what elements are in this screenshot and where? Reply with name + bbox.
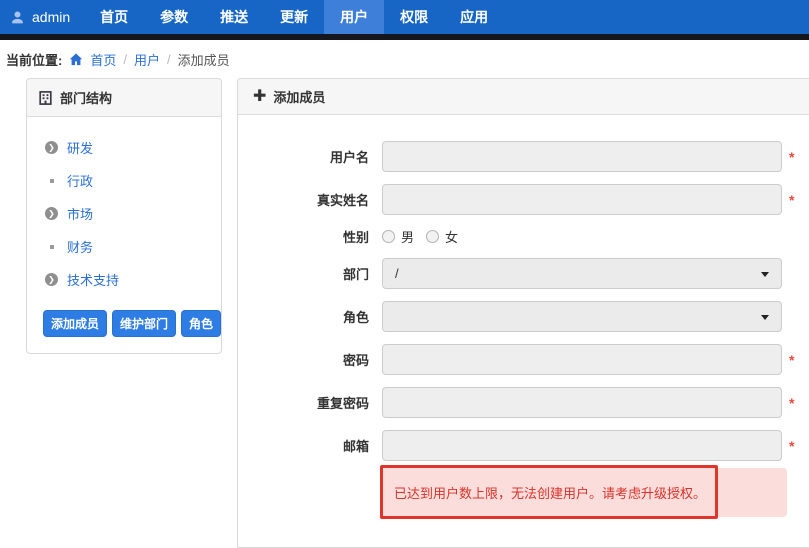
email-label: 邮箱: [253, 436, 369, 455]
add-member-panel-body: 用户名*真实姓名*性别男女部门/角色密码*重复密码*邮箱* 已达到用户数上限，无…: [238, 115, 809, 537]
chevron-circle-icon: ❯: [45, 207, 58, 220]
top-navbar: admin 首页参数推送更新用户权限应用: [0, 0, 809, 34]
password-required-marker: *: [789, 352, 794, 368]
breadcrumb-separator: /: [167, 52, 171, 67]
realname-input[interactable]: [382, 184, 782, 215]
add-member-panel: ✚ 添加成员 用户名*真实姓名*性别男女部门/角色密码*重复密码*邮箱* 已达到…: [237, 78, 809, 548]
sidebar-button-add-member[interactable]: 添加成员: [43, 310, 107, 337]
caret-down-icon: [761, 315, 769, 320]
user-name: admin: [32, 9, 70, 25]
form-row-password: 密码 *: [253, 344, 806, 375]
home-icon: [69, 53, 83, 66]
username-label: 用户名: [253, 147, 369, 166]
tree-item-dev[interactable]: ❯ 研发: [43, 131, 209, 164]
form-row-username: 用户名 *: [253, 141, 806, 172]
nav-item-home[interactable]: 首页: [84, 0, 144, 34]
sidebar-button-manage-dept[interactable]: 维护部门: [112, 310, 176, 337]
nav-item-apps[interactable]: 应用: [444, 0, 504, 34]
breadcrumb-item-add-member: 添加成员: [178, 50, 230, 69]
password-input[interactable]: [382, 344, 782, 375]
add-member-panel-header: ✚ 添加成员: [238, 79, 809, 115]
password-repeat-label: 重复密码: [253, 393, 369, 412]
department-tree: ❯ 研发行政 ❯ 市场财务 ❯ 技术支持: [43, 131, 209, 296]
user-limit-alert: 已达到用户数上限，无法创建用户。请考虑升级授权。: [382, 468, 787, 517]
username-required-marker: *: [789, 149, 794, 165]
username-input[interactable]: [382, 141, 782, 172]
tree-link-finance[interactable]: 财务: [67, 237, 93, 256]
role-select[interactable]: [382, 301, 782, 332]
password-label: 密码: [253, 350, 369, 369]
tree-link-tech-support[interactable]: 技术支持: [67, 270, 119, 289]
bullet-icon: [50, 245, 54, 249]
form-row-department: 部门 /: [253, 258, 806, 289]
tree-link-admin-dept[interactable]: 行政: [67, 171, 93, 190]
tree-link-market[interactable]: 市场: [67, 204, 93, 223]
breadcrumb: 当前位置: 首页 / 用户 / 添加成员: [0, 40, 809, 78]
gender-option-label-0: 男: [401, 227, 414, 246]
nav-item-push[interactable]: 推送: [204, 0, 264, 34]
nav-item-update[interactable]: 更新: [264, 0, 324, 34]
chevron-circle-icon: ❯: [45, 141, 58, 154]
password-repeat-input[interactable]: [382, 387, 782, 418]
gender-radio-group: 男女: [382, 227, 782, 246]
gender-label: 性别: [253, 227, 369, 246]
form-row-realname: 真实姓名 *: [253, 184, 806, 215]
gender-option-label-1: 女: [445, 227, 458, 246]
current-user[interactable]: admin: [0, 0, 84, 34]
gender-radio-1[interactable]: [426, 230, 439, 243]
bullet-icon: [50, 179, 54, 183]
realname-label: 真实姓名: [253, 190, 369, 209]
department-panel-header: 部门结构: [27, 79, 221, 117]
tree-item-finance[interactable]: 财务: [43, 230, 209, 263]
sidebar-button-roles[interactable]: 角色: [181, 310, 221, 337]
breadcrumb-label: 当前位置:: [6, 50, 62, 69]
password-repeat-required-marker: *: [789, 395, 794, 411]
user-icon: [10, 10, 25, 25]
sidebar-buttons: 添加成员维护部门角色: [43, 310, 209, 337]
nav-item-users[interactable]: 用户: [324, 0, 384, 34]
form-row-password-repeat: 重复密码 *: [253, 387, 806, 418]
content-area: 部门结构 ❯研发行政❯市场财务❯技术支持 添加成员维护部门角色 ✚ 添加成员 用…: [26, 78, 809, 548]
department-panel-title: 部门结构: [60, 88, 112, 107]
form-row-gender: 性别男女: [253, 227, 806, 246]
alert-row: 已达到用户数上限，无法创建用户。请考虑升级授权。: [382, 468, 787, 517]
building-icon: [39, 91, 52, 105]
realname-required-marker: *: [789, 192, 794, 208]
chevron-circle-icon: ❯: [45, 273, 58, 286]
breadcrumb-item-users[interactable]: 用户: [134, 50, 160, 69]
breadcrumb-items: 首页 / 用户 / 添加成员: [90, 50, 229, 69]
breadcrumb-item-home[interactable]: 首页: [90, 50, 116, 69]
tree-link-dev[interactable]: 研发: [67, 138, 93, 157]
caret-down-icon: [761, 272, 769, 277]
gender-radio-0[interactable]: [382, 230, 395, 243]
form-row-role: 角色: [253, 301, 806, 332]
breadcrumb-separator: /: [123, 52, 127, 67]
department-label: 部门: [253, 264, 369, 283]
tree-item-tech-support[interactable]: ❯ 技术支持: [43, 263, 209, 296]
alert-message: 已达到用户数上限，无法创建用户。请考虑升级授权。: [394, 486, 706, 501]
tree-item-market[interactable]: ❯ 市场: [43, 197, 209, 230]
department-select[interactable]: /: [382, 258, 782, 289]
department-panel: 部门结构 ❯ 研发行政 ❯ 市场财务 ❯ 技术支持 添加成员维护部门角色: [26, 78, 222, 354]
add-member-panel-title: 添加成员: [273, 87, 325, 106]
plus-icon: ✚: [253, 89, 266, 105]
form-row-email: 邮箱 *: [253, 430, 806, 461]
department-panel-body: ❯ 研发行政 ❯ 市场财务 ❯ 技术支持 添加成员维护部门角色: [27, 117, 221, 353]
nav-item-perms[interactable]: 权限: [384, 0, 444, 34]
nav-item-params[interactable]: 参数: [144, 0, 204, 34]
email-required-marker: *: [789, 438, 794, 454]
tree-item-admin-dept[interactable]: 行政: [43, 164, 209, 197]
email-input[interactable]: [382, 430, 782, 461]
department-select-value: /: [395, 266, 399, 281]
role-label: 角色: [253, 307, 369, 326]
nav-menu: 首页参数推送更新用户权限应用: [84, 0, 504, 34]
add-member-form: 用户名*真实姓名*性别男女部门/角色密码*重复密码*邮箱*: [253, 141, 806, 461]
